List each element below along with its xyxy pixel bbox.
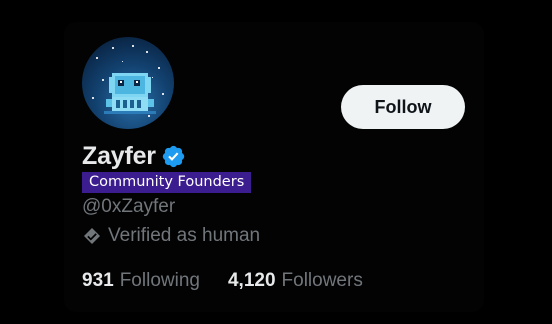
user-handle: @0xZayfer bbox=[82, 196, 176, 217]
verified-human-label: Verified as human bbox=[108, 225, 261, 246]
follow-button[interactable]: Follow bbox=[341, 85, 465, 129]
avatar[interactable] bbox=[82, 37, 174, 129]
following-link[interactable]: 931 Following bbox=[82, 270, 200, 292]
followers-label: Followers bbox=[281, 270, 363, 291]
follow-stats: 931 Following 4,120 Followers bbox=[82, 270, 391, 292]
followers-count: 4,120 bbox=[227, 270, 276, 291]
verified-human-row[interactable]: Verified as human bbox=[82, 224, 260, 248]
community-badge[interactable]: Community Founders bbox=[82, 172, 252, 193]
following-label: Following bbox=[119, 270, 200, 291]
human-shield-icon bbox=[82, 226, 102, 246]
verified-badge-icon[interactable] bbox=[161, 144, 186, 169]
following-count: 931 bbox=[82, 270, 114, 291]
pixel-robot-icon bbox=[92, 45, 164, 117]
followers-link[interactable]: 4,120 Followers bbox=[228, 270, 363, 292]
name-row: Zayfer bbox=[82, 140, 186, 172]
display-name: Zayfer bbox=[82, 141, 156, 170]
